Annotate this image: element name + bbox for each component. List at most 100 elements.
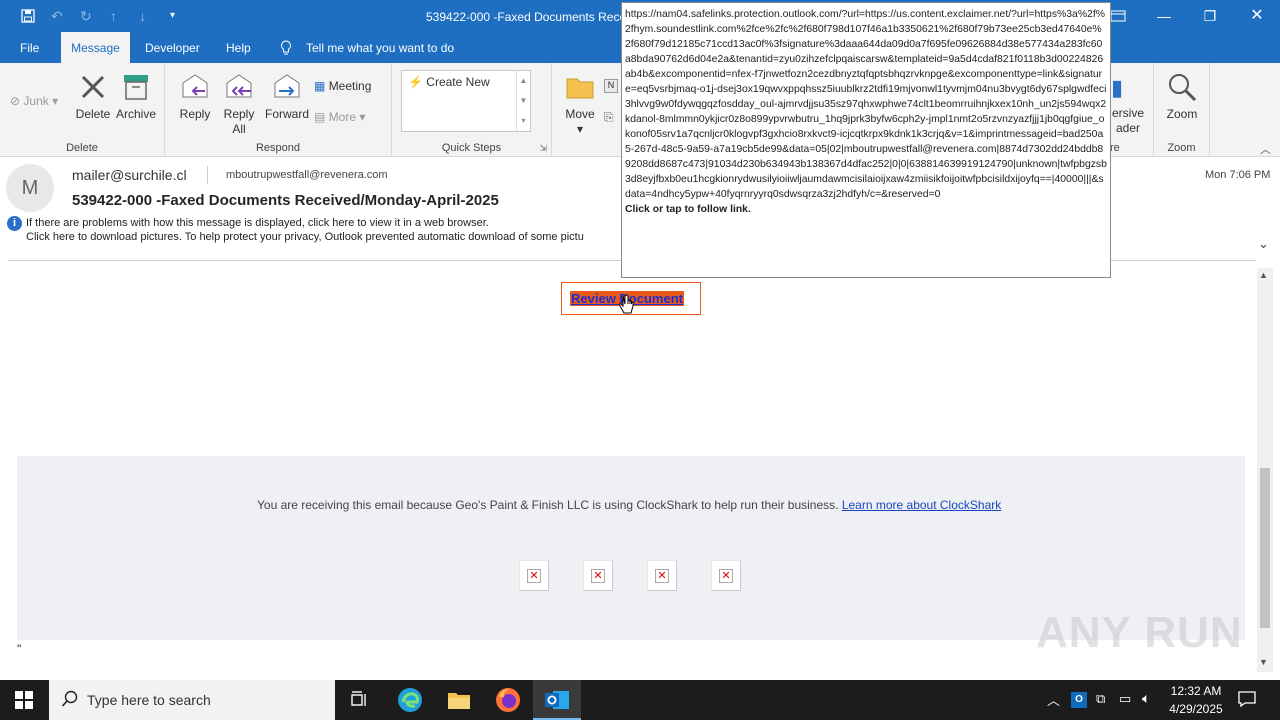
start-button[interactable] [0, 680, 48, 720]
zoom-button[interactable]: Zoom [1160, 71, 1204, 122]
expand-header-icon[interactable]: ⌄ [1258, 236, 1269, 252]
reply-all-button[interactable]: Reply All [218, 71, 260, 137]
anyrun-watermark: ANY RUN [1036, 608, 1243, 657]
info-icon: i [7, 216, 22, 231]
reply-icon [182, 74, 208, 98]
sender-address[interactable]: mailer@surchile.cl [72, 167, 187, 183]
tab-file[interactable]: File [10, 32, 49, 63]
next-item-icon[interactable]: ↓ [139, 8, 146, 24]
delete-group: ⊘ Junk ▾ Delete Archive Delete [0, 63, 165, 157]
onenote-icon[interactable]: N [604, 79, 618, 93]
tab-help[interactable]: Help [216, 32, 261, 63]
tab-developer[interactable]: Developer [135, 32, 210, 63]
folder-move-icon [566, 78, 594, 99]
minimize-button[interactable]: — [1141, 0, 1187, 32]
broken-image-icon: ✕ [527, 569, 541, 583]
taskbar-date[interactable]: 4/29/2025 [1168, 702, 1224, 716]
scroll-thumb[interactable] [1260, 468, 1270, 628]
header-divider [207, 166, 208, 184]
firefox-button[interactable] [484, 680, 532, 720]
dialog-launcher-icon[interactable]: ⇲ [539, 143, 547, 154]
network-tray-icon[interactable]: ⧉ [1096, 691, 1105, 707]
footer-notice: You are receiving this email because Geo… [257, 498, 1002, 512]
scroll-up-icon[interactable]: ▲ [1259, 270, 1268, 280]
message-subject: 539422-000 -Faxed Documents Received/Mon… [72, 192, 499, 209]
tell-me-search[interactable]: Tell me what you want to do [296, 32, 464, 63]
archive-icon [124, 75, 148, 100]
edge-icon [398, 688, 422, 712]
customize-toolbar-icon[interactable]: ▾ [170, 10, 175, 21]
task-view-button[interactable] [336, 680, 384, 720]
actions-icon[interactable]: ⎘ [604, 110, 614, 125]
broken-image-icon: ✕ [719, 569, 733, 583]
reply-button[interactable]: Reply [174, 71, 216, 122]
immersive-reader-label-2[interactable]: ader [1116, 121, 1140, 135]
meeting-icon: ▦ [314, 79, 326, 93]
immersive-group-label: re [1110, 142, 1120, 154]
volume-icon[interactable]: 🔈︎ [1142, 690, 1150, 707]
hand-cursor-icon [618, 294, 634, 319]
download-pictures-infobar[interactable]: Click here to download pictures. To help… [26, 231, 584, 243]
broken-image-2: ✕ [583, 560, 613, 591]
broken-image-1: ✕ [519, 560, 549, 591]
delete-group-label: Delete [66, 142, 98, 154]
recipient-address[interactable]: mboutrupwestfall@revenera.com [226, 169, 388, 181]
quick-steps-group: ⚡ Create New ▲ ▼ ▾ Quick Steps ⇲ [392, 63, 552, 157]
learn-more-link[interactable]: Learn more about ClockShark [842, 498, 1001, 512]
edge-taskbar-button[interactable] [386, 680, 434, 720]
zoom-group-label: Zoom [1167, 142, 1196, 154]
message-date: Mon 7:06 PM [1205, 169, 1271, 181]
immersive-reader-label[interactable]: ersive [1112, 106, 1144, 120]
search-placeholder: Type here to search [87, 692, 211, 708]
undo-icon[interactable]: ↶ [51, 8, 63, 25]
wired-network-icon[interactable]: ▭ [1119, 691, 1131, 707]
save-icon[interactable] [20, 8, 36, 27]
collapse-ribbon-icon[interactable]: ︿ [1260, 141, 1271, 157]
broken-image-3: ✕ [647, 560, 677, 591]
folder-icon [448, 693, 470, 709]
forward-button[interactable]: Forward [263, 71, 311, 122]
maximize-button[interactable]: ❐ [1187, 0, 1233, 32]
previous-item-icon[interactable]: ↑ [110, 8, 117, 24]
meeting-button[interactable]: ▦ Meeting [314, 79, 371, 93]
close-button[interactable]: ✕ [1234, 0, 1280, 32]
more-respond-button[interactable]: ▤ More ▾ [314, 110, 365, 124]
notifications-icon[interactable] [1238, 690, 1256, 711]
broken-image-icon: ✕ [655, 569, 669, 583]
vertical-scrollbar[interactable]: ▲ ▼ [1257, 268, 1273, 672]
outlook-tray-icon[interactable]: O [1071, 692, 1087, 708]
quick-steps-scroll[interactable]: ▲ ▼ ▾ [516, 71, 530, 131]
taskbar-search[interactable]: Type here to search [49, 680, 335, 720]
tab-message[interactable]: Message [61, 32, 130, 63]
scroll-down-icon[interactable]: ▼ [1259, 657, 1268, 667]
immersive-reader-icon[interactable]: ▮ [1111, 75, 1137, 103]
task-view-icon [351, 691, 366, 706]
move-group: Move ▾ N ⎘ [552, 63, 622, 157]
delete-button[interactable]: Delete [72, 71, 114, 122]
tooltip-hint: Click or tap to follow link. [625, 204, 751, 215]
move-button[interactable]: Move ▾ [560, 71, 600, 137]
junk-button[interactable]: ⊘ Junk ▾ [10, 94, 58, 108]
create-new-quick-step[interactable]: ⚡ Create New [408, 75, 490, 89]
show-hidden-icons[interactable]: ︿ [1047, 690, 1060, 709]
zoom-group: Zoom Zoom [1154, 63, 1210, 157]
quick-steps-gallery: ⚡ Create New ▲ ▼ ▾ [401, 70, 531, 132]
delete-icon [81, 75, 105, 99]
firefox-icon [496, 688, 520, 712]
reply-all-icon [226, 74, 252, 98]
respond-group-label: Respond [255, 142, 301, 154]
more-icon: ▤ [314, 110, 326, 124]
archive-button[interactable]: Archive [114, 71, 158, 122]
file-explorer-button[interactable] [435, 680, 483, 720]
redo-icon[interactable]: ↻ [80, 8, 92, 25]
display-problem-infobar[interactable]: If there are problems with how this mess… [26, 217, 489, 229]
lightbulb-icon [280, 40, 292, 59]
outlook-taskbar-button[interactable] [533, 680, 581, 720]
immersive-group: ▮ ersive ader re [1110, 63, 1154, 157]
lightning-icon: ⚡ [408, 75, 423, 89]
window-title: 539422-000 -Faxed Documents Receiv [426, 10, 635, 24]
taskbar-time[interactable]: 12:32 AM [1168, 684, 1224, 698]
search-icon [61, 690, 79, 711]
respond-group: Reply Reply All Forward ▦ Meeting ▤ More … [165, 63, 392, 157]
outlook-icon [545, 691, 569, 709]
